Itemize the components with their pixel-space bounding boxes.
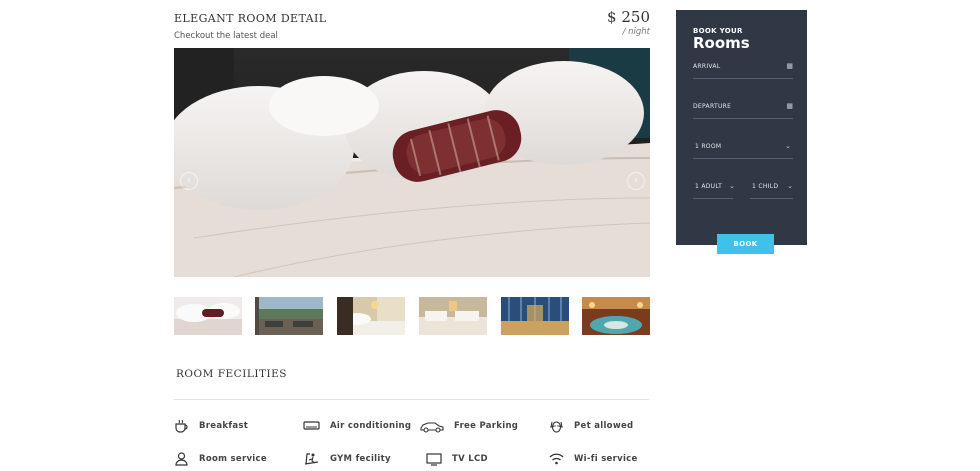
gallery-thumbnail[interactable] <box>582 297 650 335</box>
room-main-image <box>174 48 650 277</box>
children-select[interactable]: 1 CHILD ⌄ <box>750 180 793 199</box>
arrival-label: ARRIVAL <box>693 63 721 70</box>
facility-tv: TV LCD <box>426 452 488 466</box>
calendar-icon[interactable]: ▦ <box>786 102 793 110</box>
facility-wifi: Wi-fi service <box>549 452 638 466</box>
facility-label: GYM fecility <box>330 454 391 464</box>
facility-free-parking: Free Parking <box>420 419 518 433</box>
air-conditioner-icon <box>303 421 320 430</box>
gallery-thumbnail[interactable] <box>501 297 569 335</box>
tv-icon <box>426 453 442 466</box>
facility-gym: GYM fecility <box>303 452 391 466</box>
facilities-title: ROOM FECILITIES <box>176 368 287 380</box>
coffee-cup-icon <box>175 419 188 433</box>
wifi-icon <box>549 453 564 465</box>
chevron-down-icon: ⌄ <box>787 182 793 190</box>
adults-select[interactable]: 1 ADULT ⌄ <box>693 180 735 199</box>
gallery-next-button[interactable]: › <box>627 172 645 190</box>
adults-value: 1 ADULT <box>695 183 723 190</box>
booking-title: Rooms <box>693 34 750 52</box>
facility-room-service: Room service <box>174 452 267 466</box>
car-icon <box>420 422 444 433</box>
facility-label: Room service <box>199 454 267 464</box>
price-unit: / night <box>622 27 650 37</box>
facility-breakfast: Breakfast <box>174 419 248 433</box>
children-value: 1 CHILD <box>752 183 779 190</box>
arrival-date-field[interactable]: ARRIVAL ▦ <box>693 60 793 79</box>
chevron-down-icon: ⌄ <box>729 182 735 190</box>
gallery-prev-button[interactable]: ‹ <box>180 172 198 190</box>
facility-label: Free Parking <box>454 421 519 431</box>
book-button[interactable]: BOOK <box>717 234 774 254</box>
room-price: $ 250 <box>607 8 650 26</box>
chevron-left-icon: ‹ <box>187 175 191 186</box>
facility-pet-allowed: Pet allowed <box>549 419 633 433</box>
gallery-thumbnail[interactable] <box>337 297 405 335</box>
facility-label: Breakfast <box>199 421 249 431</box>
rooms-value: 1 ROOM <box>695 143 722 150</box>
departure-label: DEPARTURE <box>693 103 732 110</box>
divider <box>174 399 649 400</box>
chevron-down-icon: ⌄ <box>785 142 791 150</box>
booking-panel: BOOK YOUR Rooms ARRIVAL ▦ DEPARTURE ▦ 1 … <box>676 10 807 245</box>
calendar-icon[interactable]: ▦ <box>786 62 793 70</box>
treadmill-icon <box>304 453 319 465</box>
room-subtitle: Checkout the latest deal <box>174 31 278 41</box>
rooms-select[interactable]: 1 ROOM ⌄ <box>693 140 793 159</box>
facility-air-conditioning: Air conditioning <box>303 419 411 433</box>
facility-label: Pet allowed <box>574 421 634 431</box>
chevron-right-icon: › <box>634 175 638 186</box>
room-title: ELEGANT ROOM DETAIL <box>174 12 327 25</box>
facility-label: Wi-fi service <box>574 454 638 464</box>
facility-label: TV LCD <box>452 454 488 464</box>
departure-date-field[interactable]: DEPARTURE ▦ <box>693 100 793 119</box>
dog-icon <box>550 421 563 433</box>
person-icon <box>175 452 188 466</box>
gallery-thumbnail[interactable] <box>255 297 323 335</box>
gallery-thumbnail[interactable] <box>174 297 242 335</box>
facility-label: Air conditioning <box>330 421 412 431</box>
gallery-thumbnail[interactable] <box>419 297 487 335</box>
